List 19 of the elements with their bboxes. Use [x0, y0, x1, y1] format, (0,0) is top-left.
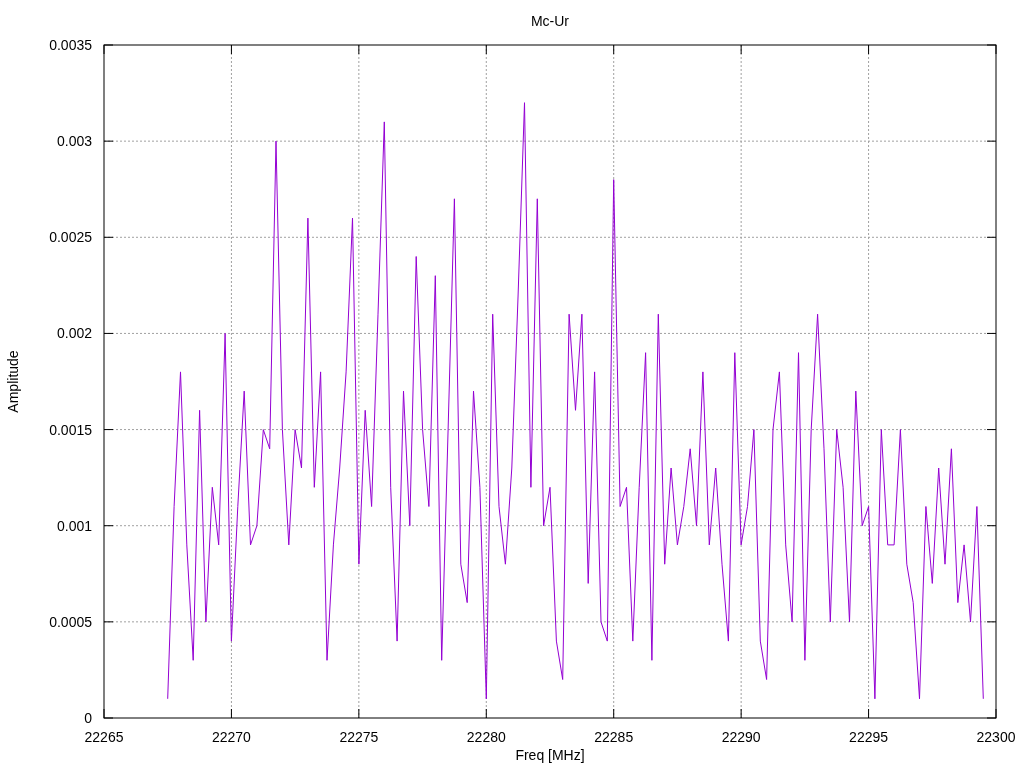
x-axis-label: Freq [MHz]: [515, 747, 585, 763]
y-tick-label: 0.0015: [49, 421, 92, 438]
y-tick-label: 0: [84, 710, 92, 726]
y-tick-label: 0.003: [56, 133, 92, 150]
x-tick-label: 22285: [594, 729, 634, 745]
y-tick-label: 0.001: [56, 517, 92, 534]
y-axis-label: Amplitude: [5, 350, 21, 413]
chart-title: Mc-Ur: [530, 13, 570, 29]
x-tick-label: 22270: [211, 729, 251, 745]
y-tick-label: 0.0035: [49, 37, 92, 53]
x-tick-label: 22300: [976, 729, 1016, 745]
x-tick-label: 22290: [721, 729, 761, 745]
x-tick-label: 22265: [84, 729, 124, 745]
x-tick-label: 22275: [339, 729, 379, 745]
y-tick-label: 0.0005: [49, 613, 92, 630]
x-tick-label: 22295: [849, 729, 889, 745]
x-tick-label: 22280: [466, 729, 506, 745]
y-tick-label: 0.002: [56, 325, 92, 342]
y-tick-label: 0.0025: [49, 229, 92, 246]
